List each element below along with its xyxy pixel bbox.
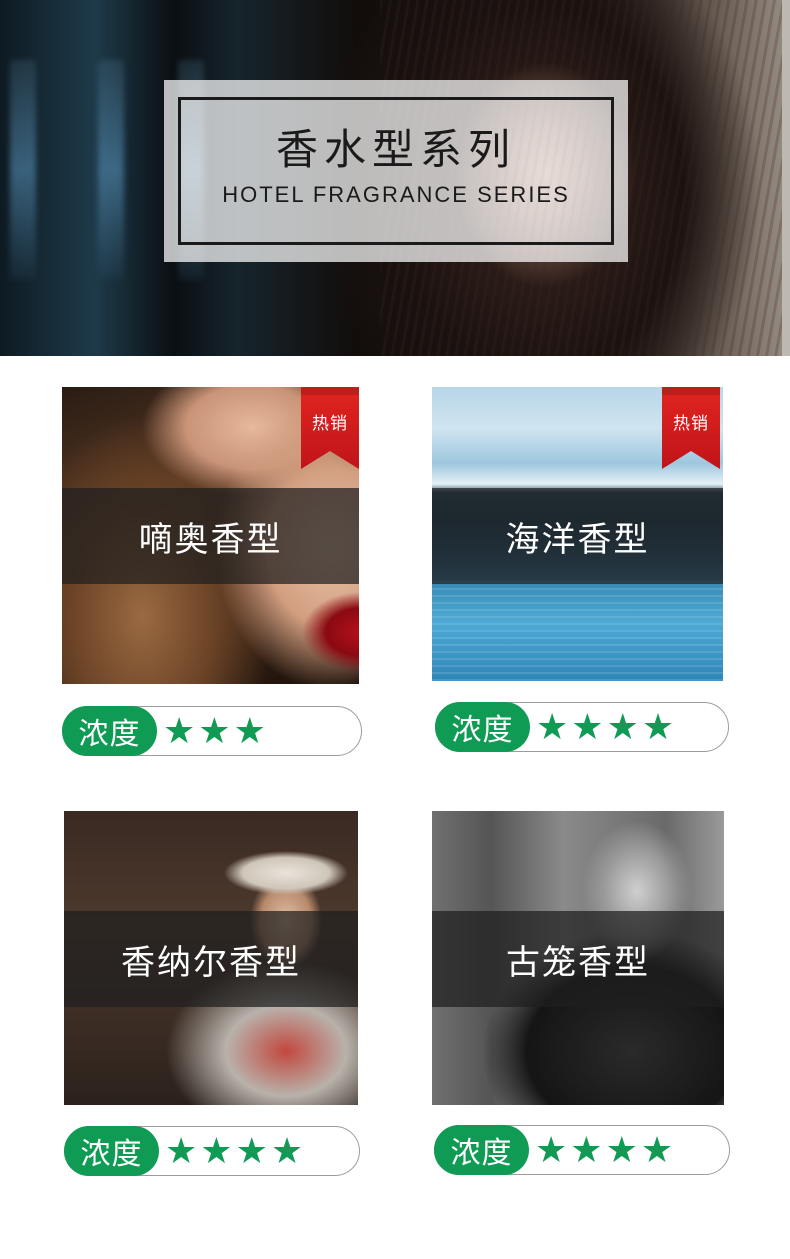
star-rating: ★ ★ ★ ★ — [165, 1129, 303, 1175]
density-rating: 浓度 ★ ★ ★ ★ — [434, 1125, 730, 1175]
product-name: 香纳尔香型 — [64, 911, 358, 1007]
hot-ribbon-badge: 热销 — [301, 387, 359, 469]
hot-label: 热销 — [312, 414, 348, 434]
star-icon: ★ — [535, 1130, 568, 1171]
product-name: 海洋香型 — [432, 488, 723, 584]
star-icon: ★ — [235, 1131, 268, 1172]
product-name: 古笼香型 — [432, 911, 724, 1007]
star-icon: ★ — [571, 707, 604, 748]
star-icon: ★ — [233, 711, 266, 752]
density-rating: 浓度 ★ ★ ★ ★ — [435, 702, 729, 752]
star-icon: ★ — [640, 1130, 674, 1171]
hero-banner: 香水型系列 HOTEL FRAGRANCE SERIES — [0, 0, 790, 356]
density-rating: 浓度 ★ ★ ★ ★ — [64, 1126, 360, 1176]
star-rating: ★ ★ ★ ★ — [535, 1128, 673, 1174]
star-icon: ★ — [165, 1131, 198, 1172]
star-icon: ★ — [198, 711, 231, 752]
banner-title-box: 香水型系列 HOTEL FRAGRANCE SERIES — [164, 80, 628, 262]
banner-bg-light — [98, 60, 124, 280]
hot-label: 热销 — [673, 414, 709, 434]
star-icon: ★ — [200, 1131, 233, 1172]
star-icon: ★ — [605, 1130, 638, 1171]
density-label: 浓度 — [434, 1125, 529, 1175]
star-icon: ★ — [606, 707, 639, 748]
star-icon: ★ — [536, 707, 569, 748]
product-card-dior[interactable]: 嘀奥香型 热销 — [62, 387, 359, 684]
product-card-ocean[interactable]: 海洋香型 热销 — [432, 387, 723, 681]
hot-ribbon-badge: 热销 — [662, 387, 720, 469]
density-label: 浓度 — [62, 706, 157, 756]
star-icon: ★ — [163, 711, 196, 752]
banner-title-cn: 香水型系列 — [275, 125, 516, 174]
product-card-chanel[interactable]: 香纳尔香型 — [64, 811, 358, 1105]
product-name: 嘀奥香型 — [62, 488, 359, 584]
product-card-gucci[interactable]: 古笼香型 — [432, 811, 724, 1105]
star-icon: ★ — [570, 1130, 603, 1171]
star-icon: ★ — [270, 1131, 304, 1172]
star-rating: ★ ★ ★ ★ — [536, 705, 674, 751]
star-rating: ★ ★ ★ — [163, 709, 266, 755]
density-label: 浓度 — [64, 1126, 159, 1176]
banner-bg-light — [10, 60, 36, 280]
star-icon: ★ — [641, 707, 675, 748]
density-label: 浓度 — [435, 702, 530, 752]
banner-title-en: HOTEL FRAGRANCE SERIES — [222, 182, 570, 207]
density-rating: 浓度 ★ ★ ★ — [62, 706, 362, 756]
banner-edge — [782, 0, 790, 356]
sea-ripples — [432, 577, 723, 681]
